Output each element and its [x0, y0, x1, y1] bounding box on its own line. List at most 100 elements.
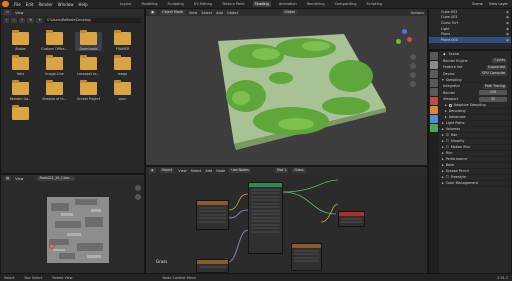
visibility-icon[interactable]: ◉: [506, 15, 509, 19]
path-field[interactable]: C:\Users\Raffaele\Desktop\: [44, 18, 141, 23]
visibility-icon[interactable]: ◉: [506, 27, 509, 31]
image-texture-node[interactable]: [196, 200, 229, 230]
tab-layout[interactable]: Layout: [118, 1, 134, 7]
image-editor-view-menu[interactable]: View: [15, 177, 23, 181]
folder-item[interactable]: Shadow of th...: [41, 80, 68, 101]
tab-texture-paint[interactable]: Texture Paint: [220, 1, 247, 7]
folder-item[interactable]: Adobe: [7, 30, 34, 51]
material-tab-icon[interactable]: [430, 124, 438, 132]
render-engine-dropdown[interactable]: Cycles: [492, 58, 507, 64]
camera-icon[interactable]: [410, 72, 416, 78]
feature-set-dropdown[interactable]: Supported: [485, 64, 507, 70]
menu-render[interactable]: Render: [38, 2, 52, 7]
refresh-icon[interactable]: ↻: [27, 18, 35, 23]
z-axis-icon[interactable]: [402, 29, 407, 34]
node-header[interactable]: [197, 260, 228, 264]
viewport-select-menu[interactable]: Select: [201, 11, 212, 15]
viewport-view-menu[interactable]: View: [189, 11, 197, 15]
view-layer-tab-icon[interactable]: [430, 79, 438, 87]
render-tab-icon[interactable]: [430, 61, 438, 69]
grid-icon[interactable]: [410, 81, 416, 87]
outliner-row[interactable]: Plane.000 ◉: [429, 36, 511, 43]
folder-item[interactable]: Reclaim Ga...: [7, 80, 34, 101]
tab-shading[interactable]: Shading: [252, 1, 271, 7]
folder-item[interactable]: Downloads: [75, 30, 102, 51]
menu-edit[interactable]: Edit: [26, 2, 34, 7]
folder-item[interactable]: FRAMER: [109, 30, 136, 51]
editor-type-button[interactable]: ▭: [4, 10, 12, 15]
material-selector[interactable]: Grass: [292, 168, 306, 173]
tab-scripting[interactable]: Scripting: [365, 1, 385, 7]
tab-uv-editing[interactable]: UV Editing: [192, 1, 214, 7]
visibility-icon[interactable]: ◉: [506, 21, 509, 25]
forward-icon[interactable]: ›: [11, 18, 17, 23]
modifier-tab-icon[interactable]: [430, 115, 438, 123]
folder-item[interactable]: Unreal Project: [75, 80, 102, 101]
parent-dir-icon[interactable]: ↑: [18, 18, 26, 23]
output-tab-icon[interactable]: [430, 70, 438, 78]
slot-dropdown[interactable]: Slot 1: [274, 168, 289, 173]
tab-animation[interactable]: Animation: [277, 1, 299, 7]
pan-hand-icon[interactable]: [135, 194, 141, 200]
y-axis-icon[interactable]: [396, 39, 401, 44]
folder-item[interactable]: vpsn: [109, 80, 136, 101]
node-add-menu[interactable]: Add: [205, 169, 212, 173]
editor-type-button[interactable]: ◈: [149, 168, 156, 173]
node-select-menu[interactable]: Select: [191, 169, 202, 173]
device-dropdown[interactable]: GPU Compute: [479, 71, 507, 77]
file-browser-view-menu[interactable]: View: [15, 11, 23, 15]
node-header[interactable]: [249, 183, 282, 187]
visibility-icon[interactable]: ◉: [506, 10, 509, 14]
visibility-icon[interactable]: ◉: [506, 38, 509, 42]
folder-item[interactable]: Image-Line: [41, 55, 68, 76]
world-tab-icon[interactable]: [430, 97, 438, 105]
node-object-dropdown[interactable]: Object: [159, 168, 175, 173]
folder-item[interactable]: Custom Office...: [41, 30, 68, 51]
tab-compositing[interactable]: Compositing: [333, 1, 359, 7]
shader-node-editor[interactable]: ◈ Object View Select Add Node Use Nodes …: [145, 166, 428, 274]
back-icon[interactable]: ‹: [4, 18, 10, 23]
tab-sculpting[interactable]: Sculpting: [165, 1, 185, 7]
object-mode-dropdown[interactable]: Object Mode: [160, 10, 185, 15]
checkbox[interactable]: ☐: [446, 139, 449, 143]
new-folder-icon[interactable]: +: [36, 18, 43, 23]
menu-file[interactable]: File: [14, 2, 21, 7]
principled-bsdf-node[interactable]: [248, 182, 283, 254]
zoom-icon[interactable]: [135, 185, 141, 191]
use-nodes-checkbox[interactable]: Use Nodes: [229, 168, 251, 173]
folder-item[interactable]: Hdrs: [7, 55, 34, 76]
navigation-gizmo[interactable]: [394, 29, 412, 47]
blender-logo-icon[interactable]: [2, 1, 9, 7]
viewport-samples-field[interactable]: 32: [479, 96, 507, 102]
editor-type-button[interactable]: ▤: [4, 176, 12, 181]
checkbox[interactable]: ☐: [446, 145, 449, 149]
scene-selector[interactable]: Scene: [472, 2, 483, 6]
color-ramp-node[interactable]: [196, 259, 229, 273]
3d-viewport[interactable]: ▣ Object Mode View Select Add Object Glo…: [145, 8, 428, 166]
image-selector[interactable]: Rock022_2K_Color...: [37, 176, 75, 181]
menu-help[interactable]: Help: [78, 2, 87, 7]
color-management-section[interactable]: ▸ Color Management: [439, 181, 511, 187]
pan-hand-icon[interactable]: [410, 63, 416, 69]
image-editor-panel[interactable]: ▤ View Rock022_2K_Color...: [0, 174, 145, 274]
viewport-add-menu[interactable]: Add: [216, 11, 223, 15]
tool-tab-icon[interactable]: [430, 52, 438, 60]
scene-tab-icon[interactable]: [430, 88, 438, 96]
x-axis-icon[interactable]: [407, 37, 412, 42]
integrator-dropdown[interactable]: Path Tracing: [482, 83, 507, 89]
transform-orientation-dropdown[interactable]: Global: [282, 10, 297, 15]
editor-type-button[interactable]: ▣: [149, 10, 157, 15]
tab-rendering[interactable]: Rendering: [305, 1, 327, 7]
material-output-node[interactable]: [338, 211, 365, 227]
visibility-icon[interactable]: ◉: [506, 32, 509, 36]
view-layer-selector[interactable]: View Layer: [489, 2, 508, 6]
tab-modeling[interactable]: Modeling: [140, 1, 160, 7]
checkbox[interactable]: [448, 103, 452, 107]
object-tab-icon[interactable]: [430, 106, 438, 114]
viewport-object-menu[interactable]: Object: [227, 11, 238, 15]
folder-item[interactable]: [7, 105, 34, 122]
node-header[interactable]: [197, 201, 228, 205]
checkbox[interactable]: ☐: [446, 175, 449, 179]
folder-item[interactable]: Lossepel Le...: [75, 55, 102, 76]
menu-window[interactable]: Window: [58, 2, 74, 7]
